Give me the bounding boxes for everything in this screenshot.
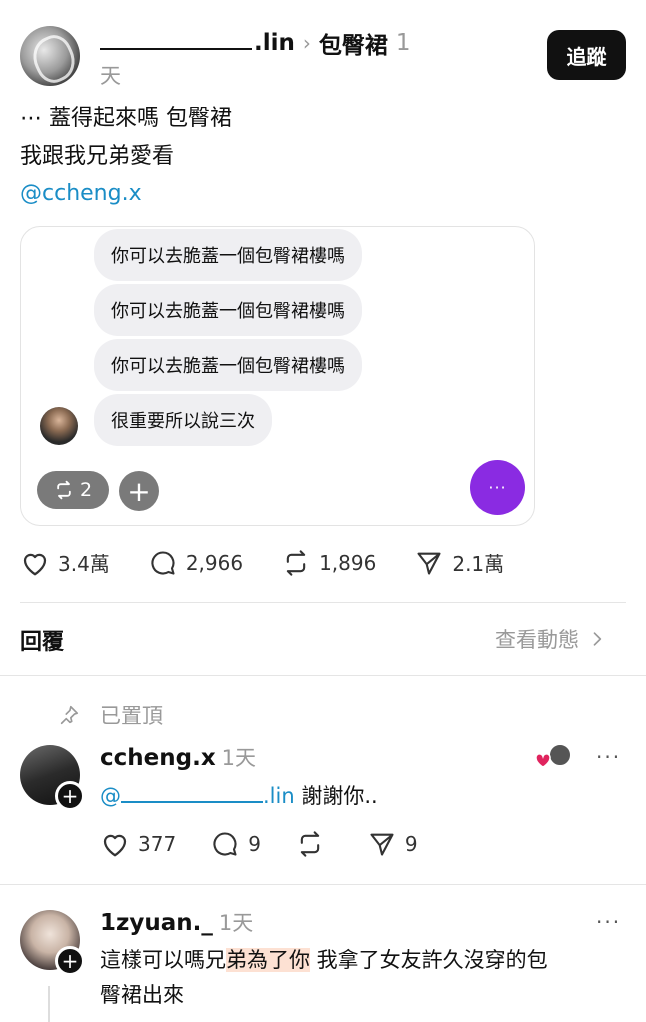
divider	[20, 602, 626, 603]
comment-time: 1天	[218, 911, 254, 935]
comment-text-line-2: 臀裙出來	[100, 983, 184, 1007]
divider	[0, 884, 646, 885]
comment-icon	[151, 550, 175, 575]
follow-plus-badge[interactable]: +	[55, 781, 85, 811]
repost-count: 1,896	[319, 550, 377, 575]
author-avatar[interactable]	[20, 26, 80, 86]
chat-bubble: 你可以去脆蓋一個包臀裙樓嗎	[94, 284, 362, 336]
post-text-line-1: ⋯ 蓋得起來嗎 包臀裙	[20, 106, 232, 131]
chat-sender-avatar	[40, 407, 78, 445]
comment-text: 這樣可以嗎兄弟為了你 我拿了女友許久沒穿的包	[100, 948, 548, 972]
pinned-label: 已置頂	[100, 704, 163, 728]
share-button[interactable]: 2.1萬	[414, 548, 504, 577]
divider	[0, 675, 646, 676]
chat-bubble: 很重要所以說三次	[94, 394, 272, 446]
chevron-right-icon: ›	[302, 31, 311, 55]
replies-title: 回覆	[20, 630, 65, 655]
reshare-count: 2	[79, 479, 93, 501]
send-icon	[370, 833, 394, 856]
more-options-button[interactable]: ···	[470, 460, 525, 515]
heart-icon	[23, 553, 47, 575]
liked-by-author-badge	[534, 743, 576, 775]
comment-time: 1天	[221, 746, 257, 770]
comment-more-button[interactable]: ···	[596, 910, 621, 934]
post-time-unit: 天	[100, 64, 121, 88]
chat-bubble: 你可以去脆蓋一個包臀裙樓嗎	[94, 339, 362, 391]
topic-tag[interactable]: 包臀裙	[319, 26, 388, 60]
add-button[interactable]: +	[119, 471, 159, 511]
post-text-line-2: 我跟我兄弟愛看	[20, 144, 175, 169]
comment-count: 2,966	[185, 550, 244, 575]
post-actions: 3.4萬 2,966 1,896 2.1萬	[20, 548, 542, 577]
comment-icon	[213, 832, 237, 856]
comment-share-button[interactable]: 9	[367, 830, 418, 858]
post-time-number: 1	[395, 30, 411, 56]
comment-header: ccheng.x 1天	[100, 742, 256, 772]
reshare-pill[interactable]: 2	[37, 471, 109, 509]
pin-icon	[60, 705, 79, 725]
chat-screenshot-card[interactable]: 你可以去脆蓋一個包臀裙樓嗎 你可以去脆蓋一個包臀裙樓嗎 你可以去脆蓋一個包臀裙樓…	[20, 226, 535, 526]
comment-more-button[interactable]: ···	[596, 745, 621, 769]
view-activity-link[interactable]: 查看動態	[495, 624, 607, 654]
comment-reply-count: 9	[248, 832, 261, 856]
follow-plus-badge[interactable]: +	[55, 946, 85, 976]
repost-button[interactable]: 1,896	[281, 549, 376, 577]
comment-text: @ .lin 謝謝你..	[100, 784, 378, 808]
like-count: 3.4萬	[58, 552, 110, 576]
highlighted-text: 弟為了你	[226, 948, 310, 972]
chevron-right-icon	[593, 632, 602, 646]
post-header: .lin › 包臀裙 1	[100, 26, 411, 60]
comment-actions: 377 9 9	[100, 830, 452, 858]
share-count: 2.1萬	[452, 552, 505, 576]
like-button[interactable]: 3.4萬	[20, 548, 110, 577]
comment-share-count: 9	[404, 832, 418, 856]
follow-button[interactable]: 追蹤	[547, 30, 626, 80]
comment-like-count: 377	[138, 832, 177, 856]
redacted-name-line	[100, 30, 252, 50]
comment-button[interactable]: 2,966	[148, 549, 243, 577]
author-name[interactable]: .lin	[100, 30, 295, 56]
chat-bubble: 你可以去脆蓋一個包臀裙樓嗎	[94, 229, 362, 281]
heart-icon	[103, 834, 127, 857]
thread-line	[48, 986, 50, 1022]
pinned-label-row: 已置頂	[58, 700, 163, 730]
repost-icon	[300, 831, 320, 857]
comment-username[interactable]: 1zyuan._	[100, 910, 213, 936]
repost-icon	[57, 480, 71, 500]
redacted-name-line	[121, 785, 263, 803]
view-activity-label: 查看動態	[495, 628, 579, 652]
comment-repost-button[interactable]	[295, 830, 333, 858]
comment-header: 1zyuan._ 1天	[100, 907, 253, 937]
comment-username[interactable]: ccheng.x	[100, 745, 216, 771]
post-mention-link[interactable]: @ccheng.x	[20, 178, 142, 210]
comment-like-button[interactable]: 377	[100, 830, 176, 858]
repost-icon	[286, 549, 306, 576]
comment-reply-button[interactable]: 9	[210, 830, 261, 858]
comment-mention[interactable]: @ .lin	[100, 784, 295, 808]
send-icon	[417, 552, 441, 575]
